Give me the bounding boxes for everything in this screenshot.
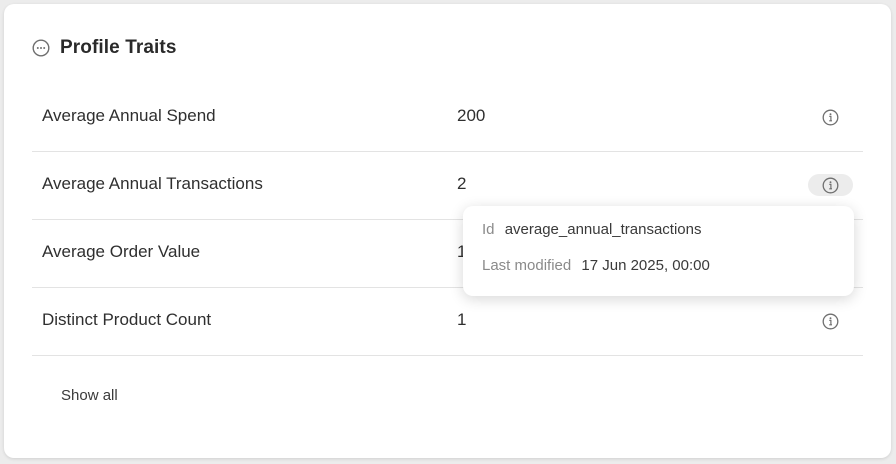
tooltip-modified-line: Last modified 17 Jun 2025, 00:00 <box>482 257 710 274</box>
trait-name: Average Annual Transactions <box>42 174 263 193</box>
page-title: Profile Traits <box>60 37 177 58</box>
info-icon <box>822 313 839 329</box>
trait-name: Average Annual Spend <box>42 106 216 125</box>
trait-info-button[interactable] <box>808 106 853 128</box>
panel-header: Profile Traits <box>32 36 177 60</box>
trait-value: 2 <box>457 174 467 193</box>
trait-value: 200 <box>457 106 486 125</box>
trait-info-button[interactable] <box>808 310 853 332</box>
show-all-button[interactable]: Show all <box>61 387 118 404</box>
trait-value: 1 <box>457 310 467 329</box>
tooltip-id-value: average_annual_transactions <box>504 221 702 238</box>
trait-info-button[interactable] <box>808 174 853 196</box>
trait-row-distinct-product-count: Distinct Product Count 1 <box>32 288 863 356</box>
trait-info-tooltip: Id average_annual_transactions Last modi… <box>463 206 854 296</box>
more-horizontal-circle-icon <box>32 39 50 57</box>
trait-name: Average Order Value <box>42 242 201 261</box>
tooltip-modified-label: Last modified <box>482 257 572 274</box>
trait-row-average-annual-spend: Average Annual Spend 200 <box>32 84 863 152</box>
tooltip-modified-value: 17 Jun 2025, 00:00 <box>581 257 710 274</box>
trait-name: Distinct Product Count <box>42 310 212 329</box>
info-icon <box>822 177 839 193</box>
tooltip-id-line: Id average_annual_transactions <box>482 221 702 238</box>
tooltip-id-label: Id <box>482 221 495 238</box>
info-icon <box>822 109 839 125</box>
